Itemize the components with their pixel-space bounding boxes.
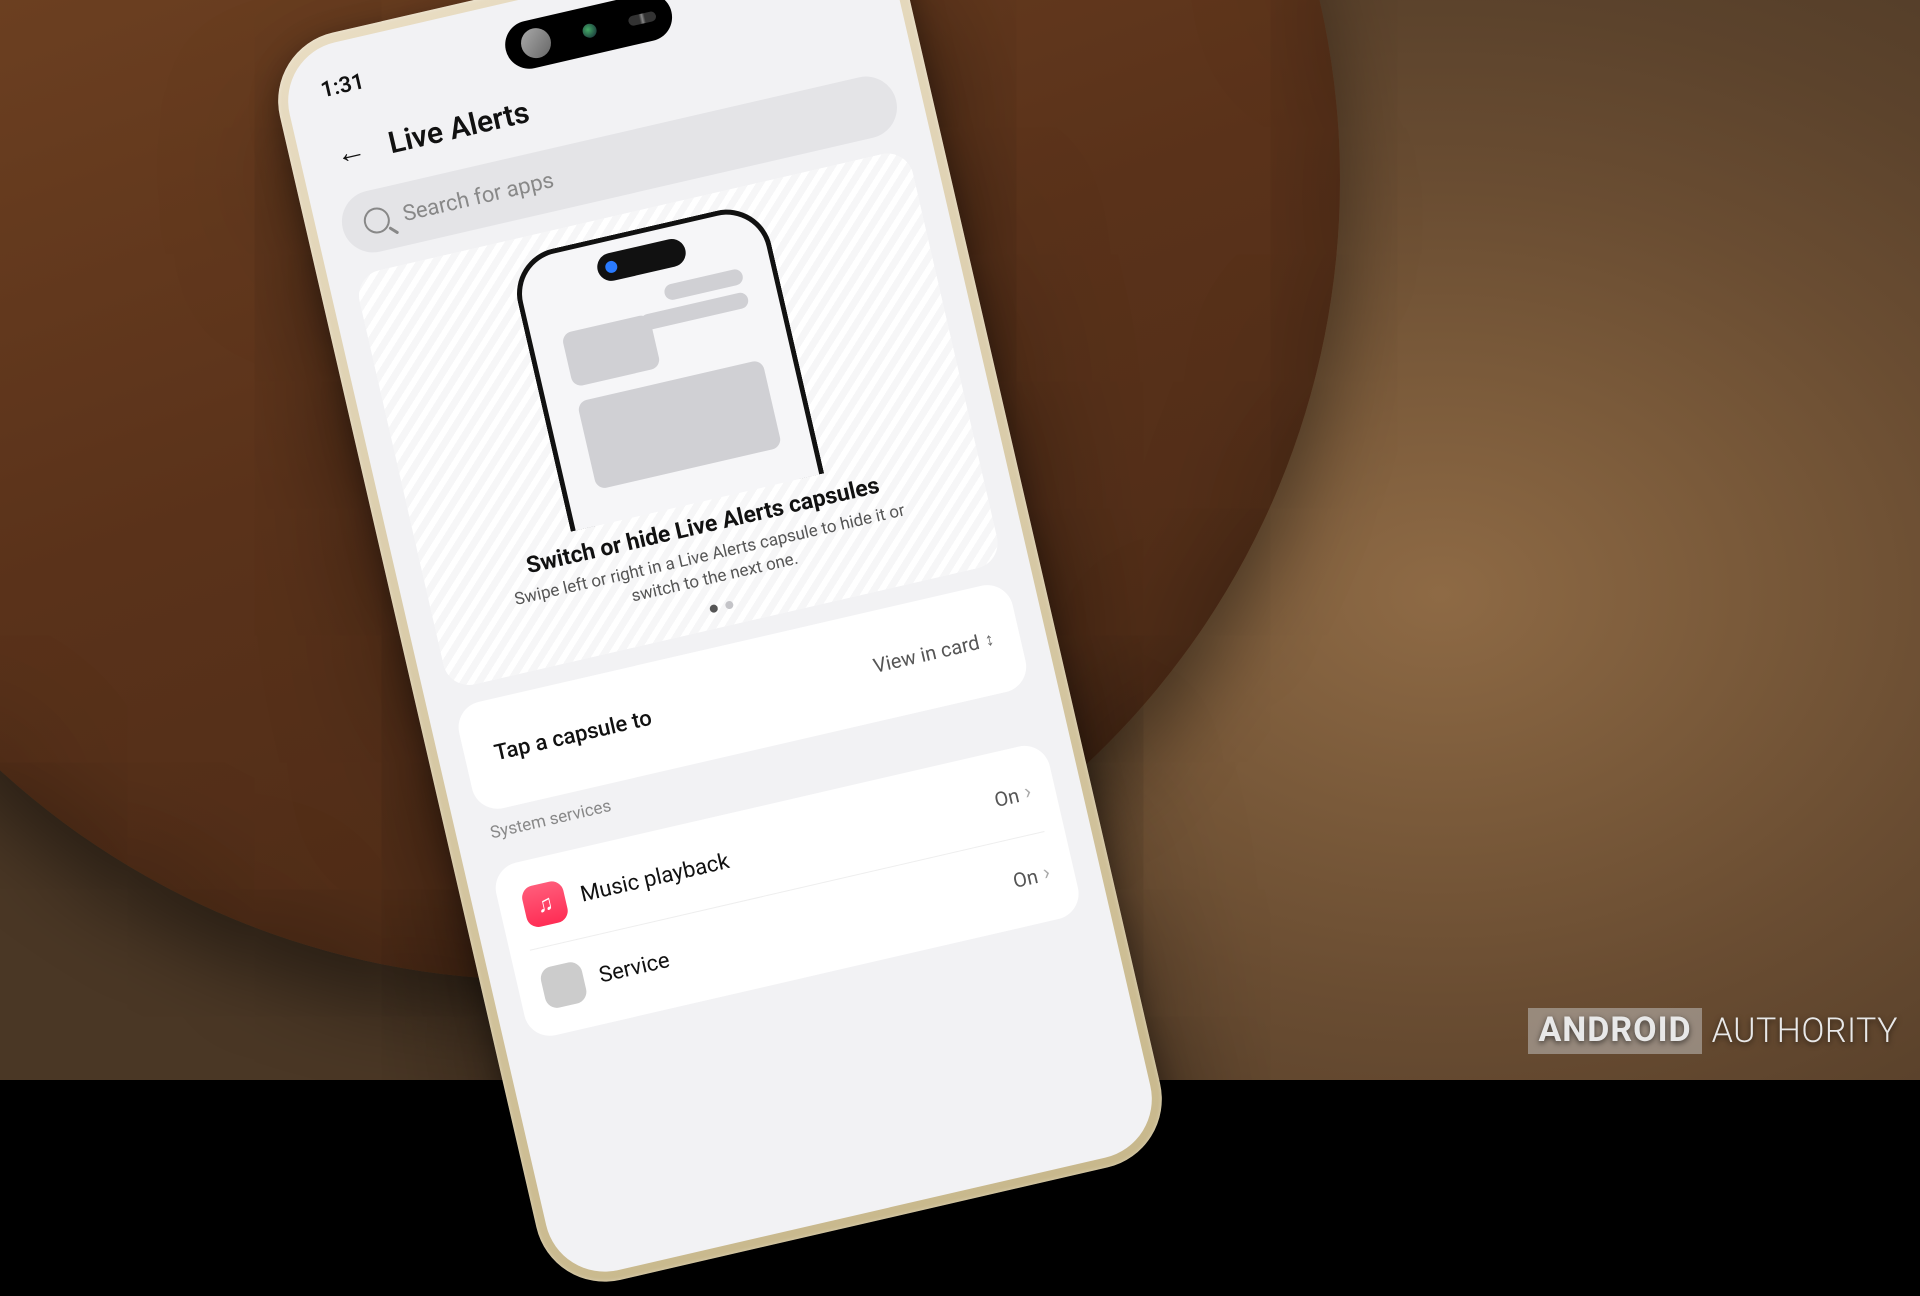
photo-background: 1:31 ฿ ❏ ← Live Alerts Search	[0, 0, 1920, 1080]
chevron-right-icon: ›	[1041, 860, 1053, 886]
hero-illustration	[488, 196, 843, 536]
service-state: On	[1011, 864, 1041, 893]
search-icon	[361, 205, 392, 236]
back-icon[interactable]: ←	[328, 130, 374, 176]
search-placeholder: Search for apps	[400, 168, 556, 227]
tap-capsule-value: View in card	[871, 630, 982, 678]
camera-icon	[581, 22, 598, 39]
island-avatar-icon	[518, 25, 554, 61]
watermark: ANDROID AUTHORITY	[1528, 1008, 1898, 1054]
service-state: On	[992, 783, 1022, 812]
chevron-updown-icon: ↕	[983, 629, 993, 651]
status-time: 1:31	[318, 69, 366, 103]
chevron-right-icon: ›	[1022, 780, 1034, 806]
tap-capsule-label: Tap a capsule to	[492, 706, 654, 767]
service-icon	[538, 960, 588, 1010]
music-icon: ♫	[520, 879, 570, 929]
watermark-brand-rest: AUTHORITY	[1712, 1011, 1898, 1051]
island-waveform-icon	[627, 11, 657, 27]
watermark-brand-box: ANDROID	[1528, 1008, 1701, 1054]
page-title: Live Alerts	[385, 94, 533, 160]
